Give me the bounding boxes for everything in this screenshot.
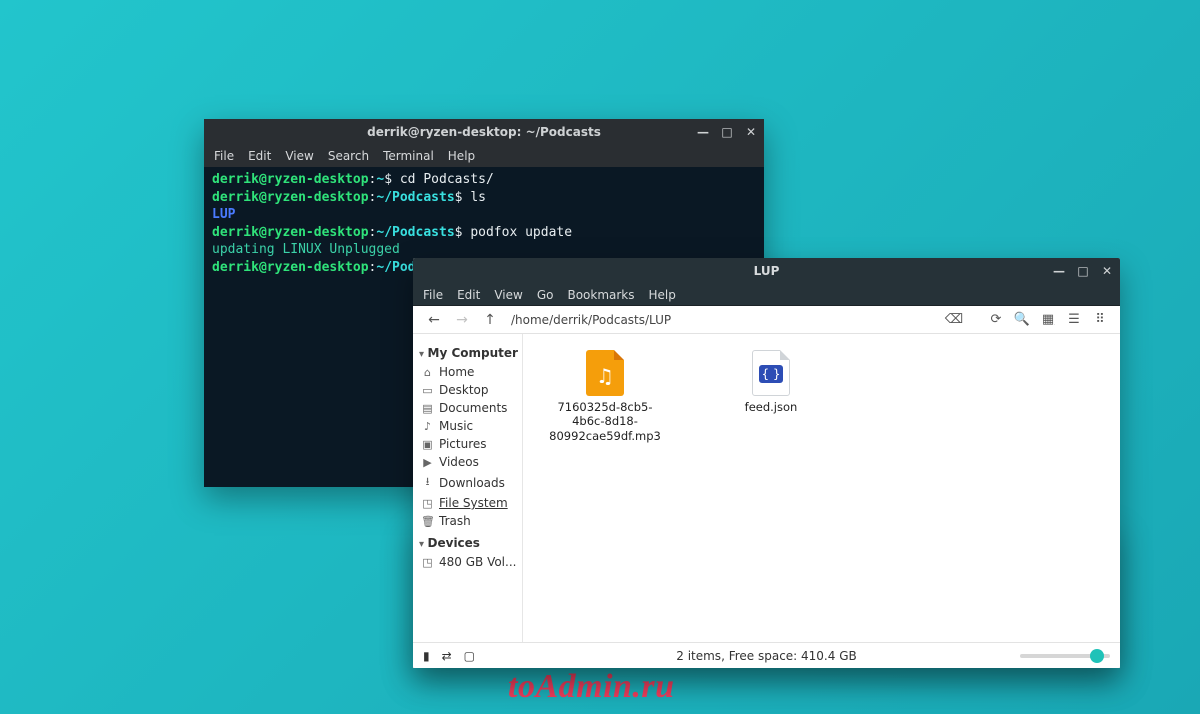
sidebar-item-desktop[interactable]: ▭Desktop: [421, 381, 518, 399]
terminal-menu-edit[interactable]: Edit: [248, 149, 271, 163]
sidebar-item-videos[interactable]: ▶Videos: [421, 453, 518, 471]
filemanager-toolbar: ← → ↑ /home/derrik/Podcasts/LUP ⌫ ⟳ 🔍 ▦ …: [413, 306, 1120, 334]
terminal-menu-view[interactable]: View: [285, 149, 313, 163]
terminal-toggle-icon[interactable]: ▢: [464, 649, 475, 663]
sidebar-item-trash[interactable]: 🗑Trash: [421, 512, 518, 530]
fm-menu-help[interactable]: Help: [649, 288, 676, 302]
fm-menu-view[interactable]: View: [494, 288, 522, 302]
fm-menu-go[interactable]: Go: [537, 288, 554, 302]
clear-path-icon[interactable]: ⌫: [944, 312, 964, 327]
audio-file-icon: ♫: [586, 350, 624, 396]
minimize-button[interactable]: —: [1052, 264, 1066, 278]
zoom-slider[interactable]: [1020, 654, 1110, 658]
file-label: 7160325d-8cb5-4b6c-8d18-80992cae59df.mp3: [545, 400, 665, 443]
minimize-button[interactable]: —: [696, 125, 710, 139]
filemanager-window-controls: — □ ✕: [1052, 264, 1114, 278]
terminal-window-controls: — □ ✕: [696, 125, 758, 139]
back-button[interactable]: ←: [423, 312, 445, 328]
reload-icon[interactable]: ⟳: [986, 312, 1006, 327]
watermark-text: toAdmin.ru: [508, 668, 675, 706]
location-path[interactable]: /home/derrik/Podcasts/LUP: [511, 313, 671, 327]
volume-icon: ◳: [421, 556, 434, 569]
sidebar-item-volume[interactable]: ◳480 GB Vol...: [421, 553, 518, 571]
maximize-button[interactable]: □: [720, 125, 734, 139]
documents-icon: ▤: [421, 402, 434, 415]
sidebar-section-mycomputer[interactable]: My Computer: [419, 346, 518, 360]
terminal-menu-file[interactable]: File: [214, 149, 234, 163]
terminal-title: derrik@ryzen-desktop: ~/Podcasts: [204, 125, 764, 139]
sidebar-item-pictures[interactable]: ▣Pictures: [421, 435, 518, 453]
trash-icon: 🗑: [421, 515, 434, 528]
pictures-icon: ▣: [421, 438, 434, 451]
filemanager-window: LUP — □ ✕ File Edit View Go Bookmarks He…: [413, 258, 1120, 668]
file-label: feed.json: [711, 400, 831, 414]
downloads-icon: ⭳: [421, 473, 434, 492]
close-button[interactable]: ✕: [1100, 264, 1114, 278]
music-icon: ♪: [421, 420, 434, 433]
close-button[interactable]: ✕: [744, 125, 758, 139]
desktop-icon: ▭: [421, 384, 434, 397]
fm-menu-file[interactable]: File: [423, 288, 443, 302]
icon-view-icon[interactable]: ▦: [1038, 312, 1058, 327]
home-icon: ⌂: [421, 366, 434, 379]
terminal-menubar: File Edit View Search Terminal Help: [204, 145, 764, 167]
forward-button[interactable]: →: [451, 312, 473, 328]
file-item-audio[interactable]: ♫ 7160325d-8cb5-4b6c-8d18-80992cae59df.m…: [545, 350, 665, 626]
filemanager-content[interactable]: ♫ 7160325d-8cb5-4b6c-8d18-80992cae59df.m…: [523, 334, 1120, 642]
sidebar-item-downloads[interactable]: ⭳Downloads: [421, 471, 518, 494]
terminal-menu-help[interactable]: Help: [448, 149, 475, 163]
maximize-button[interactable]: □: [1076, 264, 1090, 278]
sidebar-toggle-icon[interactable]: ▮: [423, 649, 430, 663]
search-icon[interactable]: 🔍: [1012, 312, 1032, 327]
compact-view-icon[interactable]: ⠿: [1090, 312, 1110, 327]
json-file-icon: { }: [752, 350, 790, 396]
sidebar-section-devices[interactable]: Devices: [419, 536, 518, 550]
up-button[interactable]: ↑: [479, 312, 501, 328]
filemanager-statusbar: ▮ ⇄ ▢ 2 items, Free space: 410.4 GB: [413, 642, 1120, 668]
filemanager-sidebar: My Computer ⌂Home ▭Desktop ▤Documents ♪M…: [413, 334, 523, 642]
filemanager-title: LUP: [413, 264, 1120, 278]
sidebar-item-documents[interactable]: ▤Documents: [421, 399, 518, 417]
fm-menu-bookmarks[interactable]: Bookmarks: [567, 288, 634, 302]
filemanager-titlebar[interactable]: LUP — □ ✕: [413, 258, 1120, 284]
list-view-icon[interactable]: ☰: [1064, 312, 1084, 327]
sidebar-item-home[interactable]: ⌂Home: [421, 363, 518, 381]
fm-menu-edit[interactable]: Edit: [457, 288, 480, 302]
sidebar-item-music[interactable]: ♪Music: [421, 417, 518, 435]
status-text: 2 items, Free space: 410.4 GB: [413, 649, 1120, 663]
drive-icon: ◳: [421, 497, 434, 510]
terminal-menu-terminal[interactable]: Terminal: [383, 149, 434, 163]
terminal-titlebar[interactable]: derrik@ryzen-desktop: ~/Podcasts — □ ✕: [204, 119, 764, 145]
filemanager-menubar: File Edit View Go Bookmarks Help: [413, 284, 1120, 306]
terminal-menu-search[interactable]: Search: [328, 149, 369, 163]
filemanager-main: My Computer ⌂Home ▭Desktop ▤Documents ♪M…: [413, 334, 1120, 642]
videos-icon: ▶: [421, 456, 434, 469]
treeview-toggle-icon[interactable]: ⇄: [442, 649, 452, 663]
file-item-json[interactable]: { } feed.json: [711, 350, 831, 626]
sidebar-item-filesystem[interactable]: ◳File System: [421, 494, 518, 512]
